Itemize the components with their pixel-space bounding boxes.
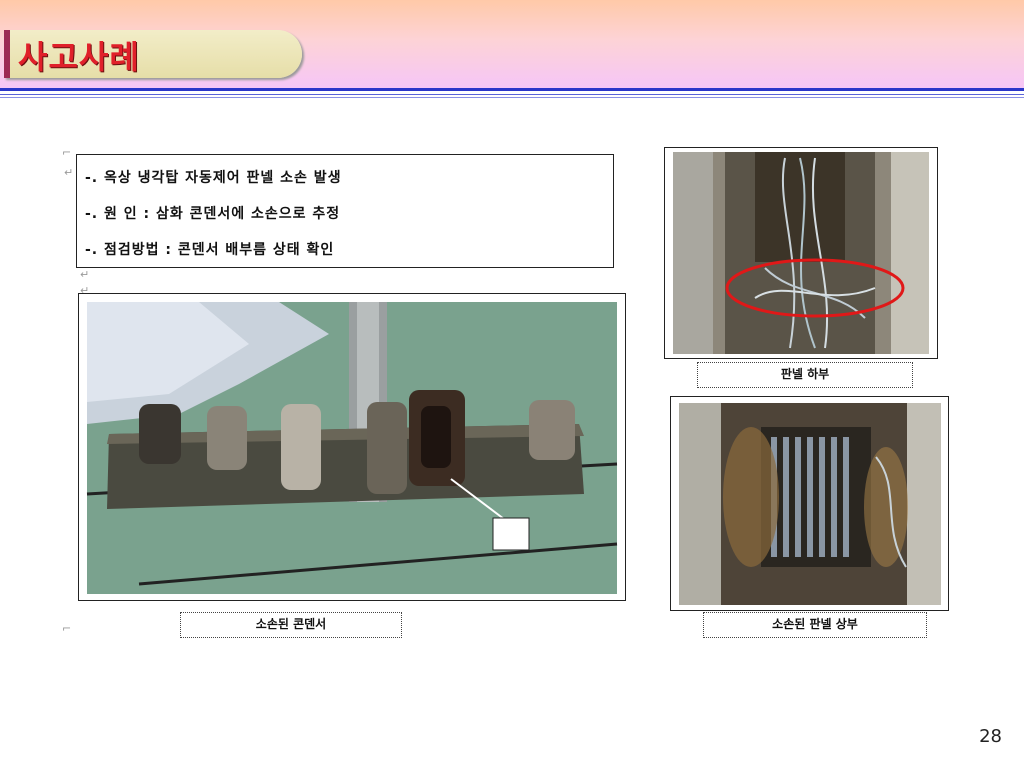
description-line-1: -. 옥상 냉각탑 자동제어 판넬 소손 발생: [85, 170, 342, 186]
panel-top-photo: [679, 403, 941, 605]
panel-bottom-caption: 판넬 하부: [697, 362, 913, 388]
page-number: 28: [979, 726, 1002, 747]
panel-top-photo-frame: [670, 396, 949, 611]
header-rule-thin: [0, 94, 1024, 95]
slide-header: 사고사례: [0, 0, 1024, 88]
paragraph-mark-icon: ↵: [64, 166, 74, 179]
capacitor-photo: [86, 302, 618, 594]
header-rule-thick: [0, 88, 1024, 91]
description-box: -. 옥상 냉각탑 자동제어 판넬 소손 발생 -. 원 인 : 삼화 콘덴서에…: [76, 154, 614, 268]
title-accent-bar: [4, 30, 10, 78]
panel-top-caption: 소손된 판넬 상부: [703, 612, 927, 638]
title-tab: 사고사례: [4, 30, 302, 78]
paragraph-mark-icon: ↵: [80, 268, 90, 281]
capacitor-caption: 소손된 콘덴서: [180, 612, 402, 638]
header-rule-hair: [0, 97, 1024, 98]
slide-title: 사고사례: [18, 38, 140, 76]
doc-corner-mark: ⌐: [62, 622, 72, 635]
capacitor-photo-frame: [78, 293, 626, 601]
description-line-3: -. 점검방법 : 콘덴서 배부름 상태 확인: [85, 242, 335, 258]
panel-bottom-photo-frame: [664, 147, 938, 359]
doc-corner-mark: ⌐: [62, 146, 72, 159]
panel-bottom-photo: [673, 152, 929, 354]
description-line-2: -. 원 인 : 삼화 콘덴서에 소손으로 추정: [85, 206, 341, 222]
